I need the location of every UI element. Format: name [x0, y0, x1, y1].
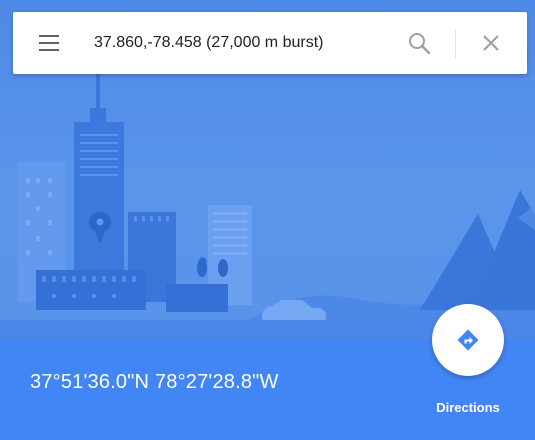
menu-button[interactable] — [35, 31, 63, 55]
close-icon — [483, 35, 499, 51]
directions-label[interactable]: Directions — [418, 400, 518, 415]
directions-arrow-icon — [457, 329, 479, 351]
clear-search-button[interactable] — [478, 30, 504, 56]
searchbox-divider — [455, 29, 456, 59]
search-input[interactable] — [94, 30, 394, 56]
search-button[interactable] — [406, 30, 432, 56]
directions-button[interactable] — [432, 304, 504, 376]
coordinates-dms-text: 37°51'36.0"N 78°27'28.8"W — [30, 371, 279, 393]
magnifier-icon — [409, 33, 431, 55]
search-box — [13, 12, 527, 74]
